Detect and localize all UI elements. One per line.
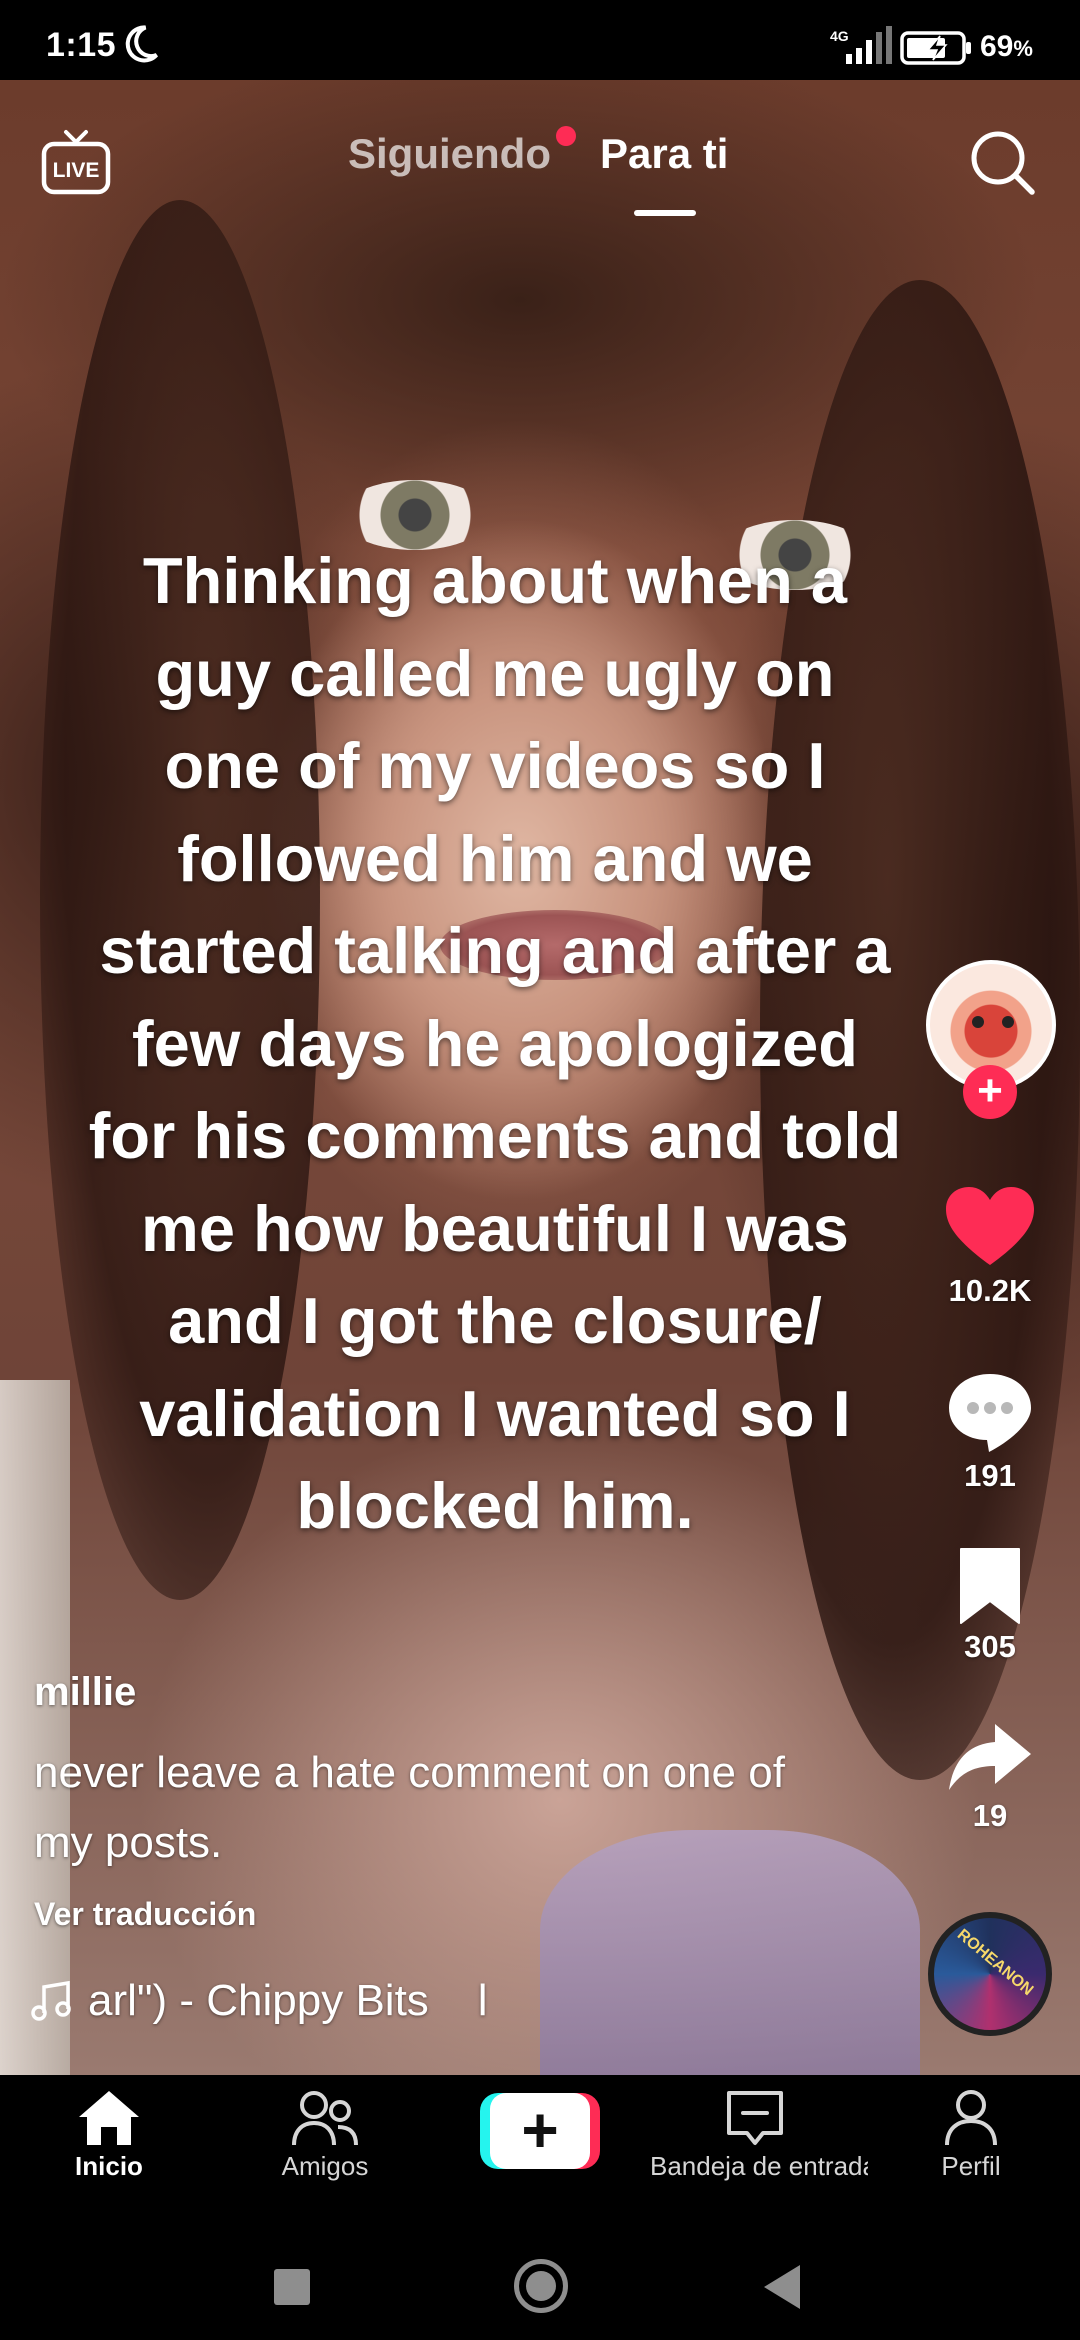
battery-percent: 69% <box>980 30 1033 64</box>
nav-friends-label: Amigos <box>281 2151 369 2181</box>
nav-profile-label: Perfil <box>941 2151 1001 2181</box>
comment-icon <box>949 1374 1031 1452</box>
avatar-detail <box>972 1016 984 1028</box>
nav-home[interactable]: Inicio <box>4 2089 214 2182</box>
search-icon[interactable] <box>968 128 1036 196</box>
system-navigation <box>0 2225 1080 2340</box>
music-title: arl") - Chippy Bits l <box>88 1976 488 2025</box>
active-tab-indicator <box>634 210 696 216</box>
disc-label: ROHEANON <box>953 1926 1037 2000</box>
follow-button[interactable]: + <box>963 1065 1017 1119</box>
nav-home-label: Inicio <box>75 2151 143 2181</box>
system-home-icon[interactable] <box>514 2259 568 2313</box>
tab-following[interactable]: Siguiendo <box>348 130 551 178</box>
video-overlay-text: Thinking about when a guy called me ugly… <box>88 544 902 1542</box>
tab-for-you[interactable]: Para ti <box>600 130 728 178</box>
profile-icon <box>945 2090 997 2146</box>
create-button[interactable]: + <box>480 2093 600 2169</box>
recent-apps-icon[interactable] <box>274 2269 310 2305</box>
plus-icon: + <box>490 2093 590 2169</box>
back-icon[interactable] <box>764 2265 800 2309</box>
music-disc[interactable]: ROHEANON <box>928 1912 1052 2036</box>
status-bar: 1:15 4G 69% <box>0 0 1080 80</box>
avatar-detail <box>1002 1016 1014 1028</box>
home-icon <box>79 2091 139 2145</box>
live-tv-icon[interactable]: LIVE <box>40 128 112 198</box>
nav-inbox[interactable]: Bandeja de entrada <box>650 2089 868 2182</box>
share-button[interactable]: 19 <box>940 1720 1040 1834</box>
battery-percent-suffix: % <box>1013 36 1033 61</box>
music-ticker[interactable]: arl") - Chippy Bits l <box>30 1976 487 2026</box>
save-count: 305 <box>964 1629 1016 1664</box>
post-caption[interactable]: never leave a hate comment on one of my … <box>34 1738 794 1878</box>
friends-icon <box>292 2091 358 2146</box>
new-content-dot <box>556 126 576 146</box>
share-count: 19 <box>972 1798 1008 1833</box>
nav-profile[interactable]: Perfil <box>866 2089 1076 2182</box>
nav-friends[interactable]: Amigos <box>220 2089 430 2182</box>
inbox-icon <box>727 2091 783 2145</box>
see-translation-link[interactable]: Ver traducción <box>34 1896 256 1933</box>
svg-text:LIVE: LIVE <box>53 159 100 182</box>
signal-icon <box>846 26 892 64</box>
creator-username[interactable]: millie <box>34 1670 136 1715</box>
status-time: 1:15 <box>46 26 117 64</box>
comment-button[interactable]: 191 <box>940 1370 1040 1494</box>
like-button[interactable]: 10.2K <box>940 1185 1040 1309</box>
bookmark-icon <box>960 1548 1020 1624</box>
comment-count: 191 <box>964 1458 1016 1493</box>
battery-percent-value: 69 <box>980 30 1014 63</box>
share-arrow-icon <box>949 1724 1031 1790</box>
like-count: 10.2K <box>948 1273 1032 1308</box>
save-button[interactable]: 305 <box>940 1545 1040 1665</box>
screen: 1:15 4G 69% Thinking about when a guy ca… <box>0 0 1080 2340</box>
heart-icon <box>946 1187 1034 1265</box>
battery-icon <box>900 31 971 65</box>
moon-icon <box>125 25 158 63</box>
nav-inbox-label: Bandeja de entrada <box>650 2151 868 2181</box>
music-note-icon <box>31 1980 71 2021</box>
